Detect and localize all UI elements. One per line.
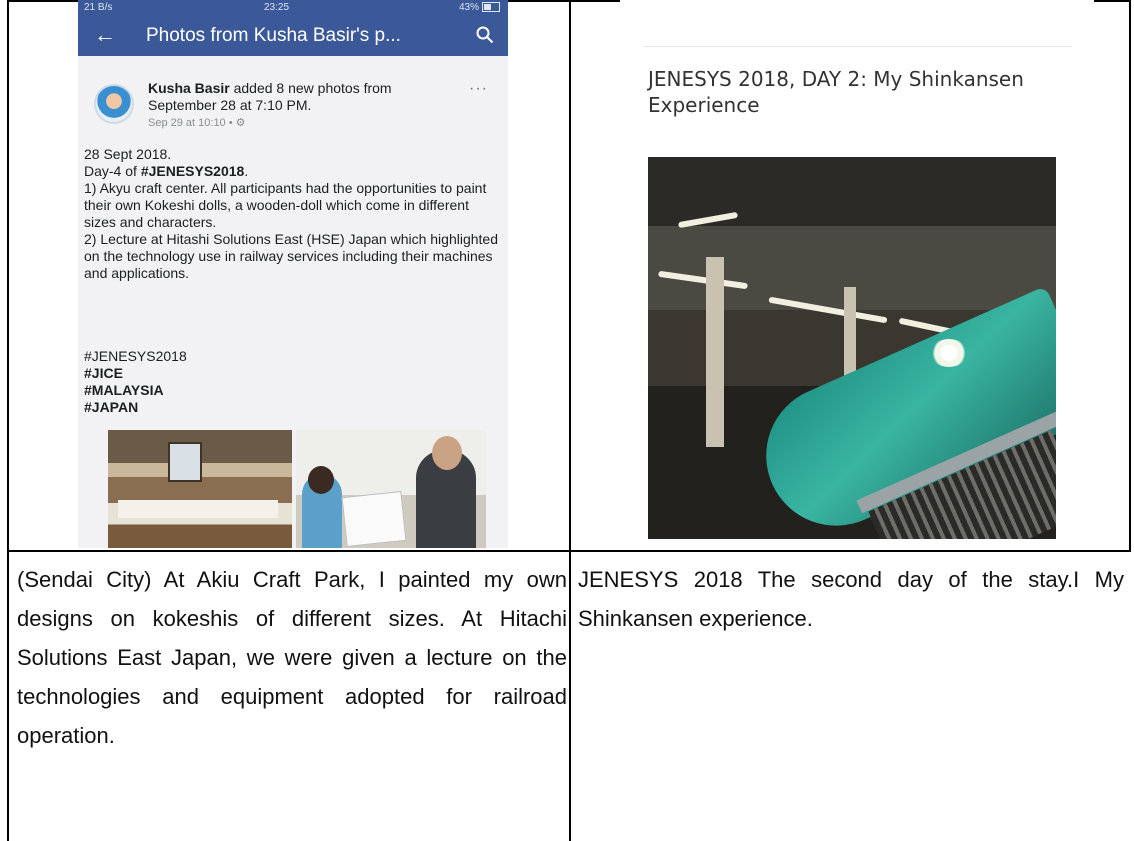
hashtag-item[interactable]: #JENESYS2018: [84, 348, 187, 365]
post-body-rest: 1) Akyu craft center. All participants h…: [84, 180, 498, 281]
post-body: 28 Sept 2018. Day-4 of #JENESYS2018. 1) …: [84, 146, 504, 282]
blog-post-screenshot: JENESYS 2018, DAY 2: My Shinkansen Exper…: [620, 0, 1094, 548]
app-bar-title: Photos from Kusha Basir's p...: [146, 25, 401, 46]
table-row-divider: [7, 550, 1131, 552]
post-timestamp: Sep 29 at 10:10 • ⚙: [148, 116, 246, 129]
right-caption: JENESYS 2018 The second day of the stay.…: [578, 567, 1124, 631]
post-header: Kusha Basir added 8 new photos from Sept…: [148, 80, 448, 114]
phone-status-bar: 21 B/s 23:25 43%: [78, 0, 508, 16]
hashtag-item[interactable]: #MALAYSIA: [84, 382, 187, 399]
avatar[interactable]: [94, 84, 134, 124]
post-hashtags: #JENESYS2018 #JICE #MALAYSIA #JAPAN: [84, 348, 187, 416]
table-border-right: [1129, 0, 1131, 552]
photo-woman-head: [308, 466, 334, 494]
ceiling-light: [768, 296, 888, 324]
left-caption: (Sendai City) At Akiu Craft Park, I pain…: [17, 567, 567, 748]
post-body-line2-suffix: .: [244, 163, 249, 179]
photo-table-detail: [118, 500, 278, 518]
photo-window-detail: [168, 442, 202, 482]
battery-icon: [482, 2, 500, 13]
photo-card-detail: [341, 491, 407, 547]
table-divider-center: [569, 0, 571, 841]
platform-pillar: [706, 257, 724, 447]
blog-divider: [644, 46, 1072, 47]
back-arrow-icon[interactable]: ←: [94, 22, 116, 48]
post-author[interactable]: Kusha Basir: [148, 80, 230, 96]
post-date-text: Sep 29 at 10:10 •: [148, 117, 233, 129]
shinkansen-photo: [648, 157, 1056, 539]
search-icon[interactable]: [476, 26, 494, 44]
more-options-icon[interactable]: ···: [469, 80, 488, 98]
table-border-left: [7, 0, 9, 841]
hashtag-item[interactable]: #JAPAN: [84, 399, 187, 416]
lecture-photo[interactable]: [296, 430, 486, 548]
network-speed: 21 B/s: [84, 2, 113, 13]
blog-title[interactable]: JENESYS 2018, DAY 2: My Shinkansen Exper…: [648, 66, 1068, 118]
facebook-app-bar: ← Photos from Kusha Basir's p...: [78, 16, 508, 56]
post-body-line2-prefix: Day-4 of: [84, 163, 141, 179]
photo-man-head: [432, 436, 462, 470]
post-body-line1: 28 Sept 2018.: [84, 146, 172, 162]
ceiling-light: [658, 270, 748, 290]
battery-percent: 43%: [458, 2, 479, 13]
gear-icon: ⚙: [235, 117, 246, 129]
two-column-table: 21 B/s 23:25 43% ← Photos from Kusha Bas…: [0, 0, 1134, 841]
train-headlight: [930, 339, 968, 367]
hashtag-item[interactable]: #JICE: [84, 365, 187, 382]
hashtag-link[interactable]: #JENESYS2018: [141, 163, 245, 179]
facebook-post-screenshot: 21 B/s 23:25 43% ← Photos from Kusha Bas…: [78, 0, 508, 548]
craft-center-photo[interactable]: [108, 430, 292, 548]
ceiling-light: [677, 211, 739, 229]
clock: 23:25: [264, 2, 290, 13]
battery-status: 43%: [459, 2, 500, 13]
